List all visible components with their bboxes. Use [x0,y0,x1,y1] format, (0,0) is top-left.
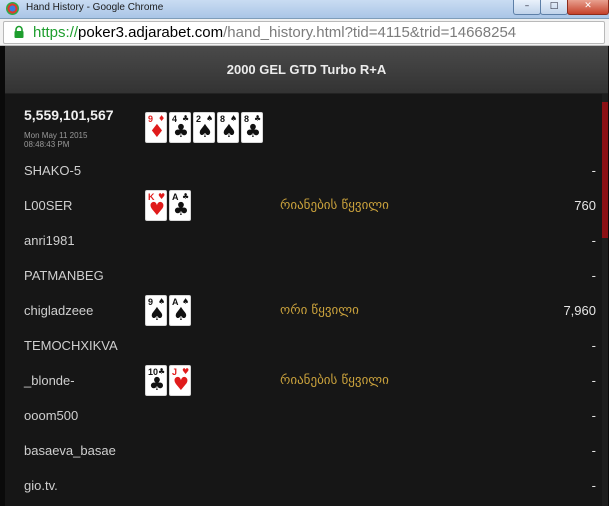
player-row: chigladzeee ორი წყვილი 7,960 [24,301,596,321]
hand-date: Mon May 11 2015 [24,131,88,140]
playing-card: 4 ♣ ♣ [169,112,191,143]
player-winnings: - [591,408,596,423]
hole-cards: K ♥ ♥ A ♣ ♣ [145,190,191,221]
hand-rank-label: რიანების წყვილი [280,373,389,388]
window-titlebar: Hand History - Google Chrome – □ ✕ [0,0,609,19]
url-host: poker3.adjarabet.com [78,24,224,41]
card-suit-icon: ♣ [172,199,190,220]
card-suit-icon: ♣ [172,121,190,142]
playing-card: K ♥ ♥ [145,190,167,221]
hole-cards: 10 ♣ ♣ J ♥ ♥ [145,365,191,396]
player-winnings: - [591,163,596,178]
playing-card: A ♠ ♠ [169,295,191,326]
minimize-button[interactable]: – [513,0,541,15]
player-winnings: - [591,268,596,283]
card-suit-icon: ♠ [220,121,238,142]
hand-rank-label: ორი წყვილი [280,303,359,318]
player-row: SHAKO-5 - [24,161,596,181]
player-winnings: - [591,443,596,458]
hand-time: 08:48:43 PM [24,140,70,149]
player-name: TEMOCHXIKVA [24,338,118,353]
url-separator: :// [65,24,79,41]
player-row: TEMOCHXIKVA - [24,336,596,356]
player-name: PATMANBEG [24,268,104,283]
player-row: _blonde-რიანების წყვილი - [24,371,596,391]
card-suit-icon: ♦ [148,121,166,142]
player-row: gio.tv. - [24,476,596,496]
player-winnings: - [591,373,596,388]
page-header: 2000 GEL GTD Turbo R+A [5,46,608,94]
player-winnings: 760 [574,198,596,213]
playing-card: 8 ♠ ♠ [217,112,239,143]
player-name: ooom500 [24,408,79,423]
window-title: Hand History - Google Chrome [26,2,164,13]
player-name: SHAKO-5 [24,163,82,178]
player-row: anri1981 - [24,231,596,251]
card-suit-icon: ♥ [148,199,166,220]
playing-card: A ♣ ♣ [169,190,191,221]
url-field[interactable]: https://poker3.adjarabet.com/hand_histor… [3,21,605,44]
card-suit-icon: ♣ [244,121,262,142]
card-suit-icon: ♥ [172,374,190,395]
player-winnings: - [591,338,596,353]
close-button[interactable]: ✕ [567,0,609,15]
url-path: /hand_history.html?tid=4115&trid=1466825… [223,24,517,41]
card-suit-icon: ♠ [148,304,166,325]
address-bar: https://poker3.adjarabet.com/hand_histor… [0,19,609,46]
card-suit-icon: ♣ [148,374,166,395]
hole-cards: 9 ♠ ♠ A ♠ ♠ [145,295,191,326]
hand-rank-label: რიანების წყვილი [280,198,389,213]
player-name: _blonde- [24,373,75,388]
player-winnings: - [591,233,596,248]
player-winnings: 7,960 [563,303,596,318]
maximize-button[interactable]: □ [540,0,568,15]
playing-card: 8 ♣ ♣ [241,112,263,143]
url-scheme: https [33,24,66,41]
playing-card: J ♥ ♥ [169,365,191,396]
playing-card: 10 ♣ ♣ [145,365,167,396]
url-text: https://poker3.adjarabet.com/hand_histor… [33,23,516,43]
hand-id: 5,559,101,567 [24,107,114,123]
hand-datetime: Mon May 11 2015 08:48:43 PM [24,131,87,149]
player-row: L00SER რიანების წყვილი 760 [24,196,596,216]
board-cards: 9 ♦ ♦ 4 ♣ ♣ 2 ♠ ♠ 8 ♠ ♠ 8 ♣ ♣ [145,112,263,143]
player-row: basaeva_basae - [24,441,596,461]
player-row: PATMANBEG - [24,266,596,286]
player-name: L00SER [24,198,73,213]
card-suit-icon: ♠ [196,121,214,142]
card-suit-icon: ♠ [172,304,190,325]
lock-icon [14,25,24,38]
player-row: ooom500 - [24,406,596,426]
tournament-title: 2000 GEL GTD Turbo R+A [226,62,387,77]
player-name: chigladzeee [24,303,94,318]
player-winnings: - [591,478,596,493]
player-name: basaeva_basae [24,443,116,458]
playing-card: 9 ♦ ♦ [145,112,167,143]
player-name: gio.tv. [24,478,58,493]
player-name: anri1981 [24,233,75,248]
chrome-icon [6,2,19,15]
playing-card: 9 ♠ ♠ [145,295,167,326]
playing-card: 2 ♠ ♠ [193,112,215,143]
